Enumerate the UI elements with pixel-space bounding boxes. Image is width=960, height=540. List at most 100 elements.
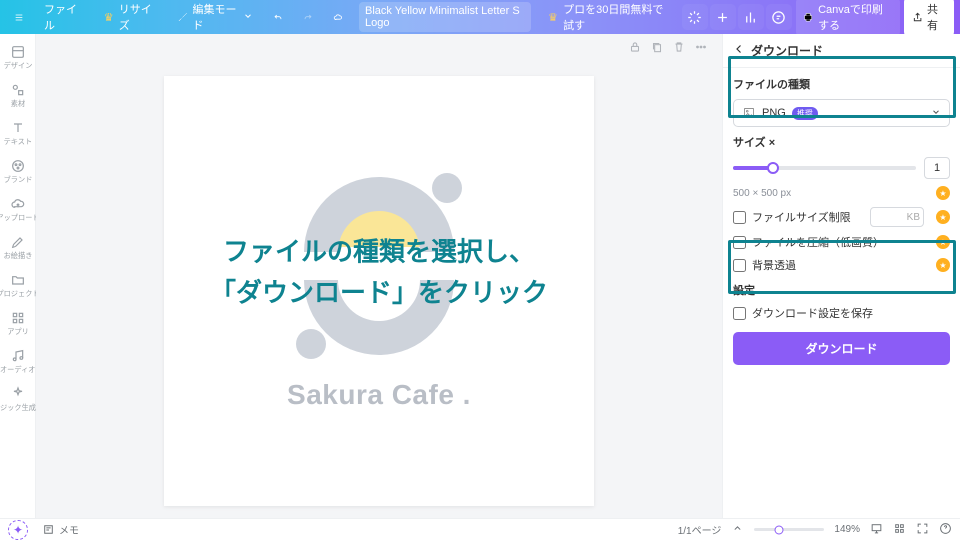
try-pro-button[interactable]: プロを30日間無料で試す (539, 0, 678, 37)
page-up-icon[interactable] (731, 522, 744, 538)
left-sidebar: デザイン 素材 テキスト ブランド アップロード お絵描き プロジェクト アプリ… (0, 34, 36, 518)
edit-mode-menu[interactable]: 編集モード (169, 0, 261, 37)
size-slider-row: 1 (733, 157, 950, 179)
notes-label: メモ (59, 522, 79, 537)
back-icon[interactable] (733, 43, 745, 58)
filesize-limit-label: ファイルサイズ制限 (752, 209, 851, 225)
zoom-value[interactable]: 149% (834, 524, 860, 535)
wand-icon (177, 10, 189, 24)
crown-icon (547, 10, 559, 24)
magic-icon[interactable] (682, 4, 708, 30)
sidebar-item-audio[interactable]: オーディオ (0, 344, 35, 378)
download-button[interactable]: ダウンロード (733, 332, 950, 365)
sidebar-item-label: ブランド (3, 176, 32, 183)
help-icon[interactable] (939, 522, 952, 538)
size-heading: サイズ × (733, 134, 950, 150)
printer-icon (802, 10, 814, 24)
document-title[interactable]: Black Yellow Minimalist Letter S Logo (359, 2, 531, 32)
share-icon (912, 11, 923, 24)
pro-badge-icon (936, 186, 950, 200)
save-settings-row: ダウンロード設定を保存 (733, 305, 950, 321)
notes-icon (42, 523, 55, 536)
try-pro-label: プロを30日間無料で試す (563, 1, 670, 33)
sidebar-item-label: テキスト (3, 138, 32, 145)
panel-title: ダウンロード (751, 42, 823, 59)
resize-button[interactable]: リサイズ (95, 0, 165, 37)
fullscreen-icon[interactable] (916, 522, 929, 538)
edit-mode-label: 編集モード (193, 1, 239, 33)
settings-heading: 設定 (733, 282, 950, 298)
filetype-value: PNG (762, 107, 786, 119)
share-button[interactable]: 共有 (904, 0, 954, 37)
resize-label: リサイズ (119, 1, 157, 33)
more-icon[interactable] (694, 40, 708, 59)
canvas-stage[interactable]: Sakura Cafe . ファイルの種類を選択し、 「ダウンロード」をクリック (36, 64, 722, 518)
download-panel: ダウンロード ファイルの種類 PNG 推奨 サイズ × 1 500 × 500 … (722, 34, 960, 518)
sidebar-item-label: アプリ (7, 328, 29, 335)
canvas-area: Sakura Cafe . ファイルの種類を選択し、 「ダウンロード」をクリック (36, 34, 722, 518)
filesize-limit-row: ファイルサイズ制限 KB (733, 207, 950, 227)
sidebar-item-label: デザイン (3, 62, 32, 69)
size-multiplier-input[interactable]: 1 (924, 157, 950, 179)
sidebar-item-magic[interactable]: ジック生成 (0, 382, 35, 416)
logo-graphic (284, 171, 474, 361)
filetype-select[interactable]: PNG 推奨 (733, 99, 950, 127)
cloud-sync-icon[interactable] (325, 4, 351, 30)
present-icon[interactable] (870, 522, 883, 538)
share-label: 共有 (927, 1, 946, 33)
sidebar-item-label: 素材 (10, 100, 24, 107)
compress-checkbox[interactable] (733, 236, 746, 249)
filesize-limit-input[interactable]: KB (870, 207, 924, 227)
sidebar-item-elements[interactable]: 素材 (0, 78, 35, 112)
sidebar-item-uploads[interactable]: アップロード (0, 192, 35, 226)
filesize-limit-checkbox[interactable] (733, 211, 746, 224)
undo-button[interactable] (265, 4, 291, 30)
filetype-heading: ファイルの種類 (733, 76, 950, 92)
sidebar-item-label: オーディオ (0, 366, 35, 373)
assistant-button[interactable]: ✦ (8, 520, 28, 540)
panel-header: ダウンロード (723, 34, 960, 68)
sidebar-item-design[interactable]: デザイン (0, 40, 35, 74)
file-menu[interactable]: ファイル (36, 0, 91, 37)
dimensions-text: 500 × 500 px (733, 188, 791, 199)
analytics-icon[interactable] (738, 4, 764, 30)
sidebar-item-draw[interactable]: お絵描き (0, 230, 35, 264)
plus-icon[interactable] (710, 4, 736, 30)
print-button[interactable]: Canvaで印刷する (796, 0, 900, 36)
comment-icon[interactable] (766, 4, 792, 30)
top-bar: ファイル リサイズ 編集モード Black Yellow Minimalist … (0, 0, 960, 34)
lock-icon[interactable] (628, 40, 642, 59)
notes-button[interactable]: メモ (42, 522, 79, 537)
logo-brand-text: Sakura Cafe . (287, 379, 471, 411)
copy-page-icon[interactable] (650, 40, 664, 59)
sidebar-item-apps[interactable]: アプリ (0, 306, 35, 340)
hamburger-icon[interactable] (6, 4, 32, 30)
sidebar-item-label: プロジェクト (0, 290, 39, 297)
top-right-tools (682, 4, 792, 30)
save-settings-checkbox[interactable] (733, 307, 746, 320)
sidebar-item-label: お絵描き (3, 252, 32, 259)
chevron-down-icon (931, 107, 941, 120)
pro-badge-icon (936, 258, 950, 272)
transparent-checkbox[interactable] (733, 259, 746, 272)
grid-view-icon[interactable] (893, 522, 906, 538)
chevron-down-icon (243, 11, 253, 24)
canvas-toolbar (36, 34, 722, 64)
print-label: Canvaで印刷する (818, 1, 894, 33)
redo-button[interactable] (295, 4, 321, 30)
compress-label: ファイルを圧縮（低画質） (752, 234, 884, 250)
zoom-slider[interactable] (754, 528, 824, 531)
compress-row: ファイルを圧縮（低画質） (733, 234, 950, 250)
image-icon (742, 106, 756, 120)
sidebar-item-text[interactable]: テキスト (0, 116, 35, 150)
size-slider[interactable] (733, 166, 916, 170)
sidebar-item-projects[interactable]: プロジェクト (0, 268, 35, 302)
transparent-label: 背景透過 (752, 257, 796, 273)
delete-page-icon[interactable] (672, 40, 686, 59)
pro-badge-icon (936, 235, 950, 249)
crown-icon (103, 10, 115, 24)
artboard[interactable]: Sakura Cafe . (164, 76, 594, 506)
page-indicator: 1/1ページ (678, 522, 722, 537)
sidebar-item-brand[interactable]: ブランド (0, 154, 35, 188)
bottom-bar: ✦ メモ 1/1ページ 149% (0, 518, 960, 540)
